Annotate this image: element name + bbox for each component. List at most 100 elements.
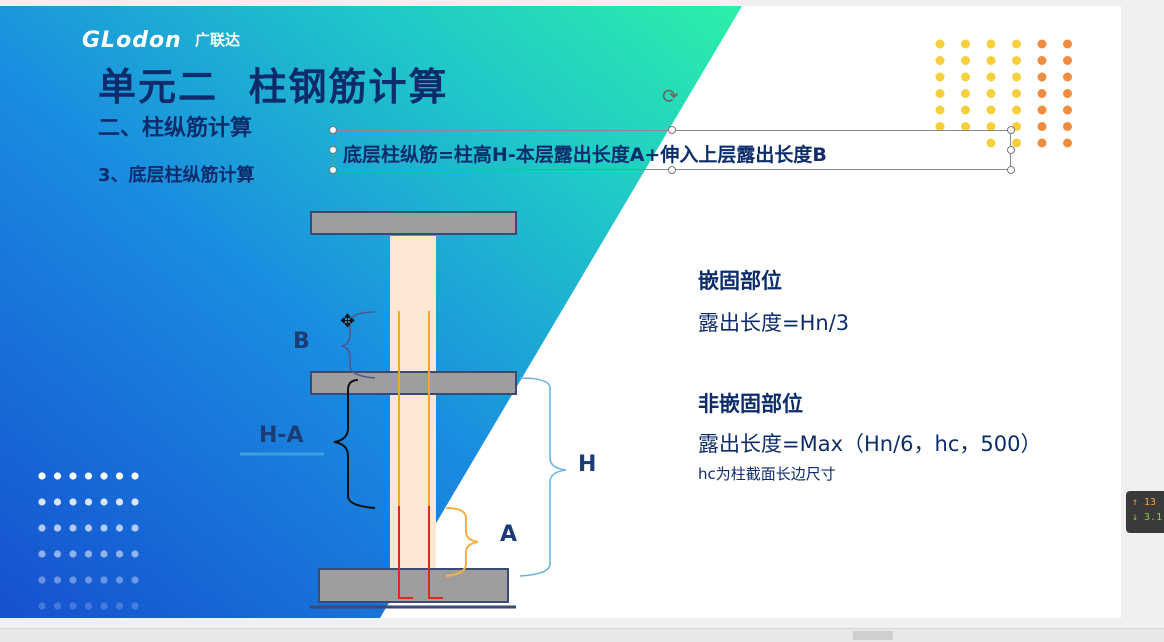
brace-h: [519, 377, 567, 577]
decor-dot: [131, 550, 139, 558]
decor-dot: [935, 72, 945, 82]
decor-dot: [1012, 72, 1021, 82]
download-speed: ↓ 3.1: [1132, 512, 1163, 523]
decor-dot: [115, 472, 124, 480]
decor-dot: [1037, 122, 1047, 131]
decor-dot: [1037, 72, 1047, 82]
resize-handle-middle-right[interactable]: [1007, 146, 1015, 154]
decor-dot: [38, 524, 46, 532]
decor-dot: [986, 56, 996, 65]
decor-dot: [961, 56, 970, 65]
decor-dot: [38, 550, 46, 558]
decor-dot: [1037, 138, 1047, 148]
label-h: H: [578, 452, 597, 477]
decor-dot: [1012, 39, 1021, 49]
decor-dot: [53, 524, 62, 532]
decor-dot: [1012, 105, 1021, 115]
upload-speed: ↑ 13: [1132, 497, 1157, 508]
decor-dot: [115, 602, 124, 610]
resize-handle-top-center[interactable]: [668, 126, 676, 134]
decor-dot: [38, 602, 46, 610]
decor-dot: [1037, 105, 1047, 115]
decor-dot: [100, 576, 108, 584]
decor-dot: [131, 472, 139, 480]
decor-dot: [100, 498, 108, 506]
decor-dot: [1012, 56, 1021, 65]
decor-dot: [935, 56, 945, 65]
decor-dot: [100, 524, 108, 532]
decor-dot: [84, 472, 93, 480]
decor-dot: [1063, 56, 1072, 65]
decor-dot: [53, 472, 62, 480]
resize-handle-bottom-left[interactable]: [329, 166, 337, 174]
nonembed-formula: 露出长度=Max（Hn/6，hc，500）: [698, 432, 1042, 456]
embed-formula: 露出长度=Hn/3: [698, 311, 850, 335]
decor-dot: [961, 39, 970, 49]
network-speed-widget[interactable]: ↑ 13 ↓ 3.1: [1126, 491, 1164, 533]
decor-dot: [131, 602, 139, 610]
decor-dot: [131, 576, 139, 584]
decor-dot: [935, 105, 945, 115]
decor-dot: [84, 576, 93, 584]
brace-h-minus-a: [333, 379, 376, 509]
decor-dot: [100, 550, 108, 558]
resize-handle-bottom-center[interactable]: [668, 166, 676, 174]
decor-dot: [1063, 122, 1072, 131]
decor-dot: [69, 472, 77, 480]
decor-dot: [115, 550, 124, 558]
decor-dot: [986, 105, 996, 115]
decor-dot: [38, 576, 46, 584]
page-title: 单元二 柱钢筋计算: [98, 65, 449, 109]
column-rebar-diagram: [240, 211, 567, 609]
section-subtitle: 二、柱纵筋计算: [98, 116, 253, 141]
decor-dot: [986, 39, 996, 49]
decor-dot: [38, 498, 46, 506]
decor-dot: [84, 498, 93, 506]
decor-dot: [1012, 89, 1021, 98]
rotate-icon[interactable]: ⟳: [662, 86, 679, 106]
decor-dot: [84, 602, 93, 610]
label-a: A: [500, 522, 518, 547]
decor-dot: [115, 524, 124, 532]
decor-dot: [935, 89, 945, 98]
scrollbar-thumb[interactable]: [853, 631, 893, 640]
decor-dot: [84, 524, 93, 532]
decor-dot: [115, 576, 124, 584]
decor-dot: [1037, 89, 1047, 98]
resize-handle-bottom-right[interactable]: [1007, 166, 1015, 174]
resize-handle-top-right[interactable]: [1007, 126, 1015, 134]
embed-heading: 嵌固部位: [698, 269, 782, 293]
decor-dot: [1063, 39, 1072, 49]
decor-dot: [1063, 138, 1072, 148]
nonembed-heading: 非嵌固部位: [698, 392, 803, 416]
decor-dot: [100, 602, 108, 610]
decor-dot: [1063, 72, 1072, 82]
brace-a: [445, 507, 479, 577]
slide-canvas[interactable]: GLodon 广联达 单元二 柱钢筋计算 二、柱纵筋计算 3、底层柱纵筋计算 底…: [0, 6, 1121, 618]
glodon-logo-cn: 广联达: [195, 31, 241, 49]
decor-dot: [986, 72, 996, 82]
label-h-minus-a: H-A: [259, 423, 304, 448]
decor-dot: [53, 498, 62, 506]
nonembed-note: hc为柱截面长边尺寸: [698, 465, 836, 483]
move-cursor-icon: ✥: [340, 311, 356, 332]
decor-dot: [53, 602, 62, 610]
decor-dot: [69, 576, 77, 584]
decor-dot-grid-bottom-left: [38, 472, 139, 610]
decor-dot: [53, 550, 62, 558]
decor-dot: [935, 39, 945, 49]
decor-dot: [131, 524, 139, 532]
decor-dot: [115, 498, 124, 506]
formula-text[interactable]: 底层柱纵筋=柱高H-本层露出长度A+伸入上层露出长度B: [343, 140, 827, 167]
bottom-scrollbar[interactable]: [0, 628, 1164, 642]
decor-dot: [100, 472, 108, 480]
resize-handle-top-left[interactable]: [329, 126, 337, 134]
decor-dot: [84, 550, 93, 558]
foundation-slab: [318, 568, 509, 603]
resize-handle-middle-left[interactable]: [329, 146, 337, 154]
decor-dot: [69, 498, 77, 506]
decor-dot: [961, 105, 970, 115]
decor-dot: [53, 576, 62, 584]
decor-dot: [1037, 56, 1047, 65]
decor-dot: [1037, 39, 1047, 49]
